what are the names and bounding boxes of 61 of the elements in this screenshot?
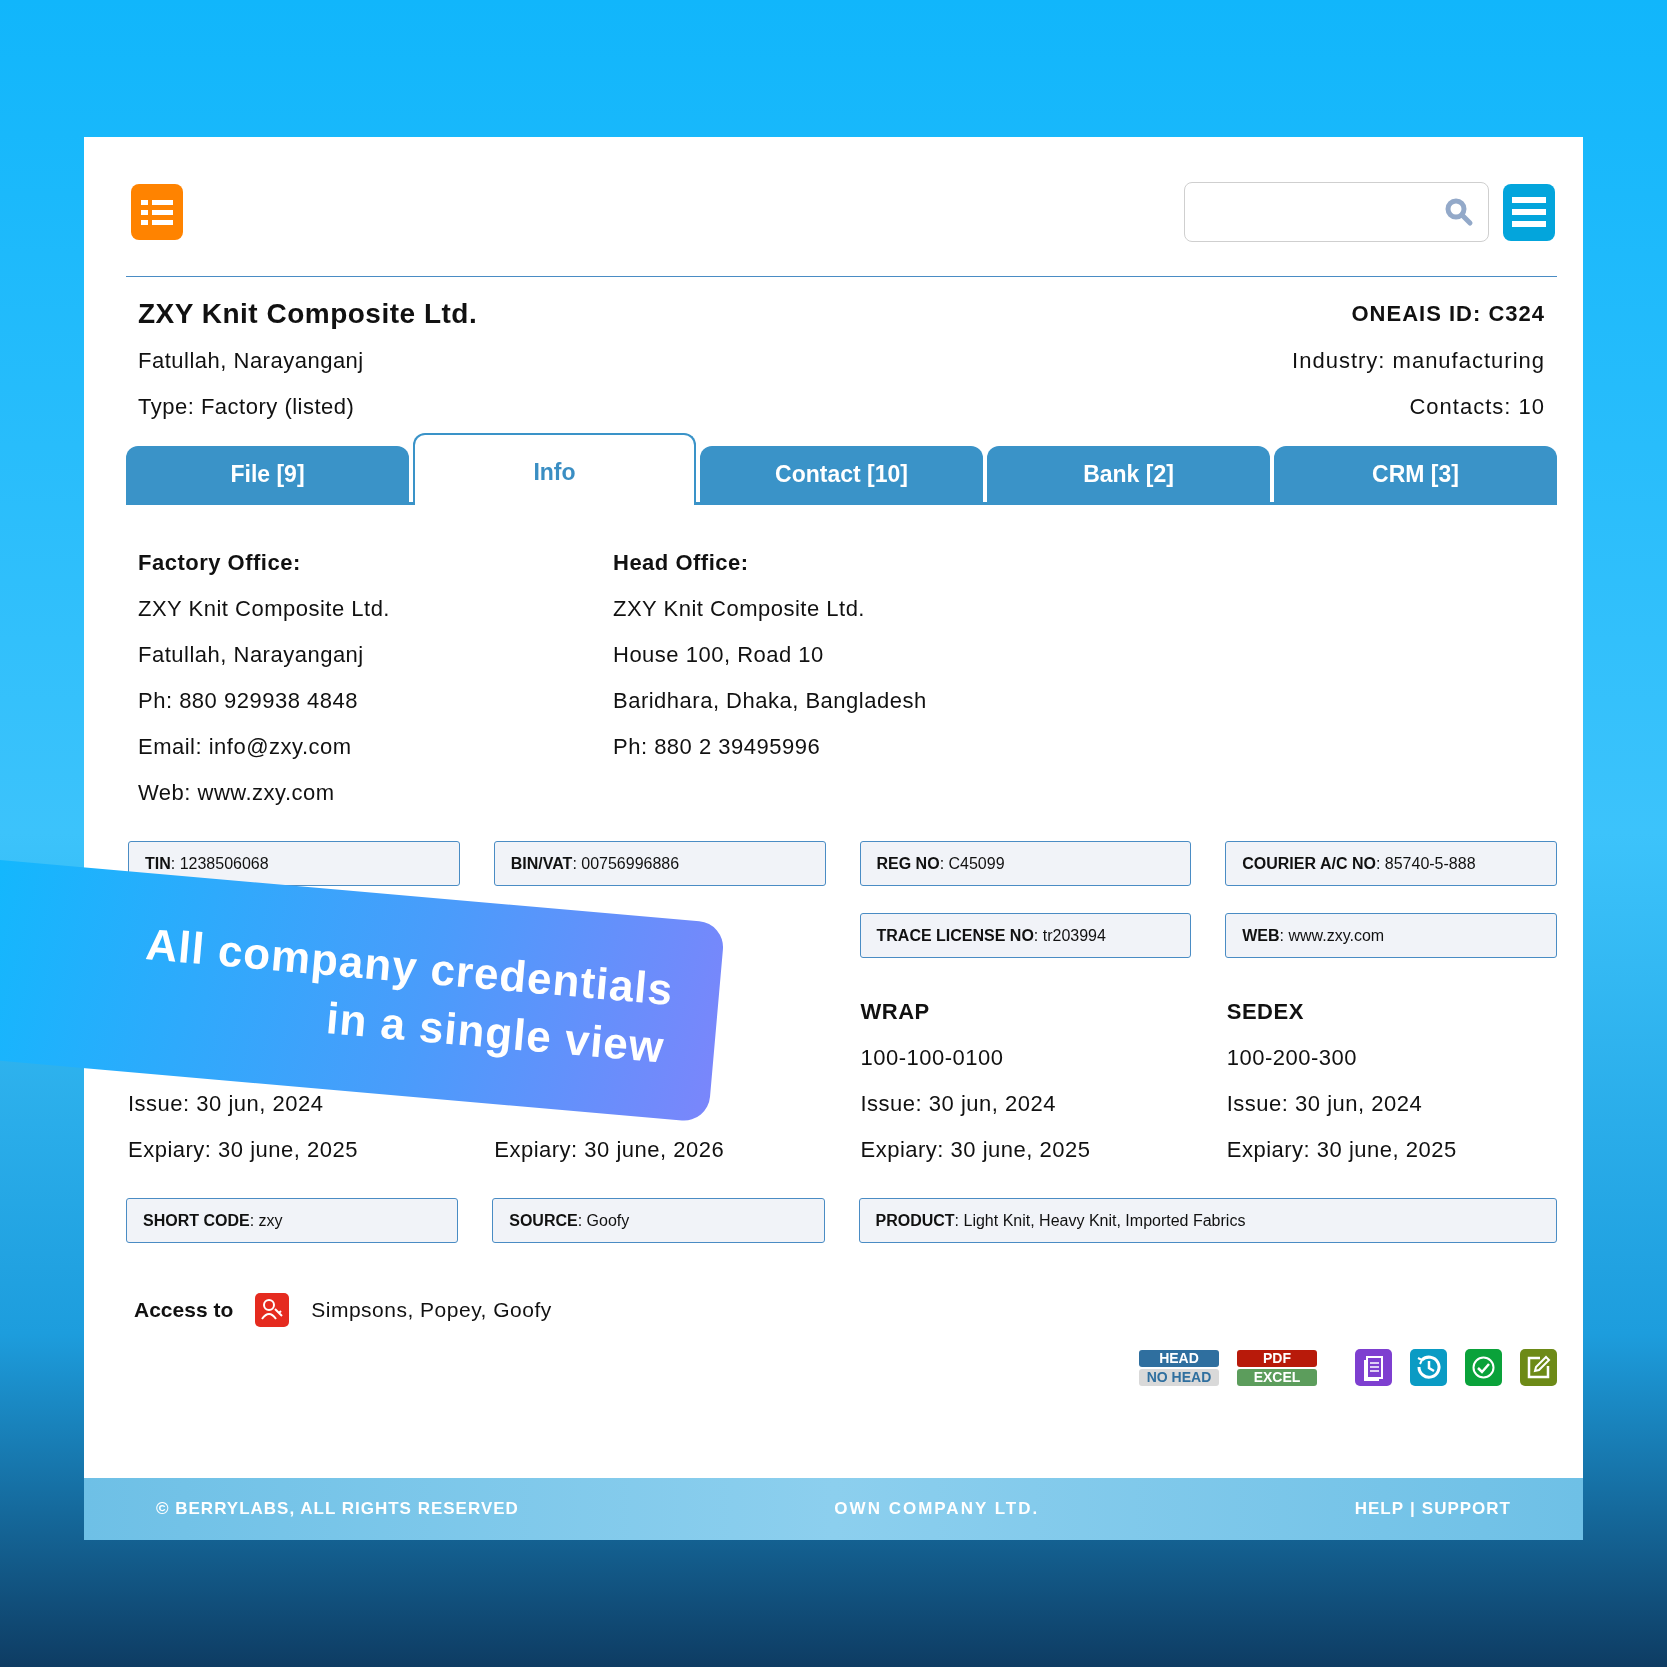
certificate-title: WRAP xyxy=(860,998,931,1026)
certificate-expiry-date: Expiary: 30 june, 2026 xyxy=(494,1136,726,1164)
certificate-expiry-date: Expiary: 30 june, 2025 xyxy=(860,1136,1092,1164)
credential-field: TRACE LICENSE NO: tr203994 xyxy=(859,913,1192,958)
tab[interactable]: Info xyxy=(413,433,696,505)
office-title: Head Office: xyxy=(613,549,750,577)
office-detail: Fatullah, Narayanganj xyxy=(138,641,365,669)
menu-button[interactable] xyxy=(1503,183,1555,241)
certificate-issue-date: Issue: 30 jun, 2024 xyxy=(1226,1090,1424,1118)
user-key-icon xyxy=(255,1293,290,1327)
credential-field: PRODUCT: Light Knit, Heavy Knit, Imported Fabrics xyxy=(858,1198,1557,1243)
export-button[interactable]: PDF xyxy=(1237,1349,1317,1367)
footer-company-name: OWN COMPANY LTD. xyxy=(834,1498,1040,1521)
office-detail: Web: www.zxy.com xyxy=(138,779,336,807)
search-field[interactable] xyxy=(1184,182,1489,242)
list-icon[interactable] xyxy=(131,184,183,240)
certificate-number: 100-200-300 xyxy=(1226,1044,1359,1072)
company-location: Fatullah, Narayanganj xyxy=(138,347,365,375)
support-link[interactable]: SUPPORT xyxy=(1421,1496,1511,1522)
certificate-expiry-date: Expiary: 30 june, 2025 xyxy=(1226,1136,1458,1164)
credential-field: TIN: 1238506068 xyxy=(128,841,460,886)
tab[interactable]: CRM [3] xyxy=(1274,446,1557,502)
document-icon[interactable] xyxy=(1355,1349,1392,1386)
export-button[interactable]: EXCEL xyxy=(1237,1368,1317,1386)
office-detail: Ph: 880 2 39495996 xyxy=(613,733,822,761)
office-detail: Email: info@zxy.com xyxy=(138,733,353,761)
credential-field: SHORT CODE: zxy xyxy=(126,1198,459,1243)
tab[interactable]: Bank [2] xyxy=(987,446,1270,502)
tab[interactable]: Contact [10] xyxy=(700,446,983,502)
history-icon[interactable] xyxy=(1410,1349,1447,1386)
company-type: Type: Factory (listed) xyxy=(138,393,356,421)
company-name: ZXY Knit Composite Ltd. xyxy=(138,299,478,329)
certificate-issue-date: Issue: 30 jun, 2024 xyxy=(128,1090,325,1118)
copyright-text: © BERRYLABS, ALL RIGHTS RESERVED xyxy=(156,1498,519,1521)
company-id: ONEAIS ID: C324 xyxy=(1351,300,1545,328)
credential-field: BIN/VAT: 00756996886 xyxy=(493,841,826,886)
print-option-button[interactable]: HEAD xyxy=(1139,1349,1219,1367)
office-detail: House 100, Road 10 xyxy=(613,641,825,669)
edit-icon[interactable] xyxy=(1520,1349,1557,1386)
company-industry: Industry: manufacturing xyxy=(1292,347,1545,375)
access-names: Simpsons, Popey, Goofy xyxy=(311,1297,552,1324)
help-link[interactable]: HELP xyxy=(1354,1496,1405,1522)
print-option-button[interactable]: NO HEAD xyxy=(1139,1368,1219,1386)
office-detail: ZXY Knit Composite Ltd. xyxy=(138,595,391,623)
credential-field: REG NO: C45099 xyxy=(859,841,1192,886)
certificate-expiry-date: Expiary: 30 june, 2025 xyxy=(128,1136,359,1164)
link-separator: | xyxy=(1410,1498,1416,1521)
credential-field: WEB: www.zxy.com xyxy=(1225,913,1557,958)
office-title: Factory Office: xyxy=(138,549,302,577)
credential-field: COURIER A/C NO: 85740-5-888 xyxy=(1225,841,1557,886)
office-detail: Baridhara, Dhaka, Bangladesh xyxy=(613,687,928,715)
company-contacts: Contacts: 10 xyxy=(1409,393,1545,421)
tab[interactable]: File [9] xyxy=(126,446,409,502)
credential-field: SOURCE: Goofy xyxy=(492,1198,825,1243)
office-detail: Ph: 880 929938 4848 xyxy=(138,687,359,715)
search-icon xyxy=(1444,197,1474,227)
certificate-issue-date: Issue: 30 jun, 2024 xyxy=(860,1090,1057,1118)
certificate-title: SEDEX xyxy=(1226,998,1305,1026)
access-label: Access to xyxy=(134,1297,234,1324)
office-detail: ZXY Knit Composite Ltd. xyxy=(613,595,866,623)
certificate-number: 100-100-0100 xyxy=(860,1044,1005,1072)
